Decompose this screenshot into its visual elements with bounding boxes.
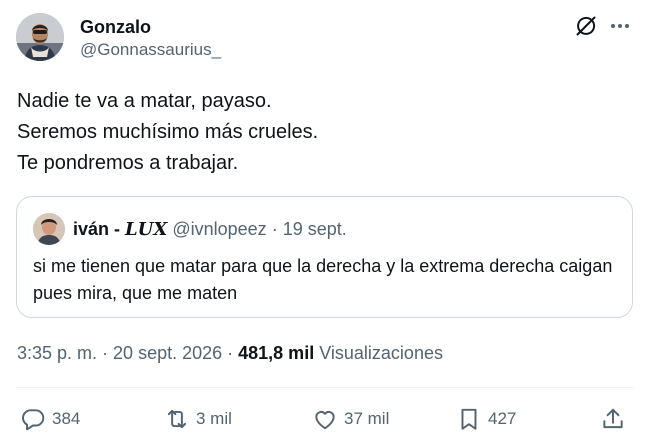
views-count: 481,8 mil [238, 343, 315, 363]
repost-icon [164, 406, 190, 432]
more-icon[interactable] [608, 14, 632, 38]
quoted-author-avatar [33, 213, 65, 245]
tweet-date[interactable]: 20 sept. 2026 [113, 343, 222, 363]
grok-icon[interactable] [574, 14, 598, 38]
tweet-header: Gonzalo @Gonnassaurius_ [16, 12, 634, 68]
tweet-text: Nadie te va a matar, payaso. Seremos muc… [17, 86, 627, 179]
quoted-author-name-styled: 𝑳𝑼𝑿 [125, 219, 168, 240]
heart-icon [312, 406, 338, 432]
reply-button[interactable]: 384 [20, 403, 80, 435]
repost-button[interactable]: 3 mil [164, 403, 232, 435]
quoted-separator: · [266, 219, 283, 239]
quoted-tweet[interactable]: iván - 𝑳𝑼𝑿 @ivnlopeez · 19 sept. si me t… [16, 196, 633, 318]
views-label: Visualizaciones [319, 343, 443, 363]
author-names: Gonzalo @Gonnassaurius_ [80, 16, 221, 61]
author-display-name[interactable]: Gonzalo [80, 16, 221, 38]
divider [16, 387, 634, 388]
quoted-author-handle: @ivnlopeez [172, 219, 267, 239]
tweet-text-line: Seremos muchísimo más crueles. [17, 121, 319, 143]
bookmark-button[interactable]: 427 [456, 403, 516, 435]
bookmark-icon [456, 406, 482, 432]
quoted-author-name: iván - 𝑳𝑼𝑿 [73, 219, 168, 240]
quoted-author-name-text: iván - [73, 219, 126, 239]
quoted-meta: iván - 𝑳𝑼𝑿 @ivnlopeez · 19 sept. [73, 217, 347, 242]
author-avatar[interactable] [16, 13, 64, 61]
quoted-date: 19 sept. [282, 219, 347, 239]
tweet-time[interactable]: 3:35 p. m. [17, 343, 97, 363]
author-handle[interactable]: @Gonnassaurius_ [80, 39, 221, 61]
share-icon [600, 406, 626, 432]
meta-separator: · [222, 343, 239, 363]
tweet-text-line: Te pondremos a trabajar. [17, 152, 239, 174]
reply-count: 384 [52, 409, 81, 428]
tweet-text-line: Nadie te va a matar, payaso. [17, 90, 272, 112]
repost-count: 3 mil [196, 409, 232, 428]
reply-icon [20, 406, 46, 432]
action-bar: 384 3 mil 37 mil 427 [16, 403, 634, 435]
like-count: 37 mil [344, 409, 390, 428]
bookmark-count: 427 [488, 409, 517, 428]
quoted-text: si me tienen que matar para que la derec… [33, 256, 613, 303]
share-button[interactable] [600, 403, 626, 435]
tweet-meta: 3:35 p. m. · 20 sept. 2026 · 481,8 mil V… [17, 342, 443, 364]
meta-separator: · [97, 343, 114, 363]
like-button[interactable]: 37 mil [312, 403, 389, 435]
